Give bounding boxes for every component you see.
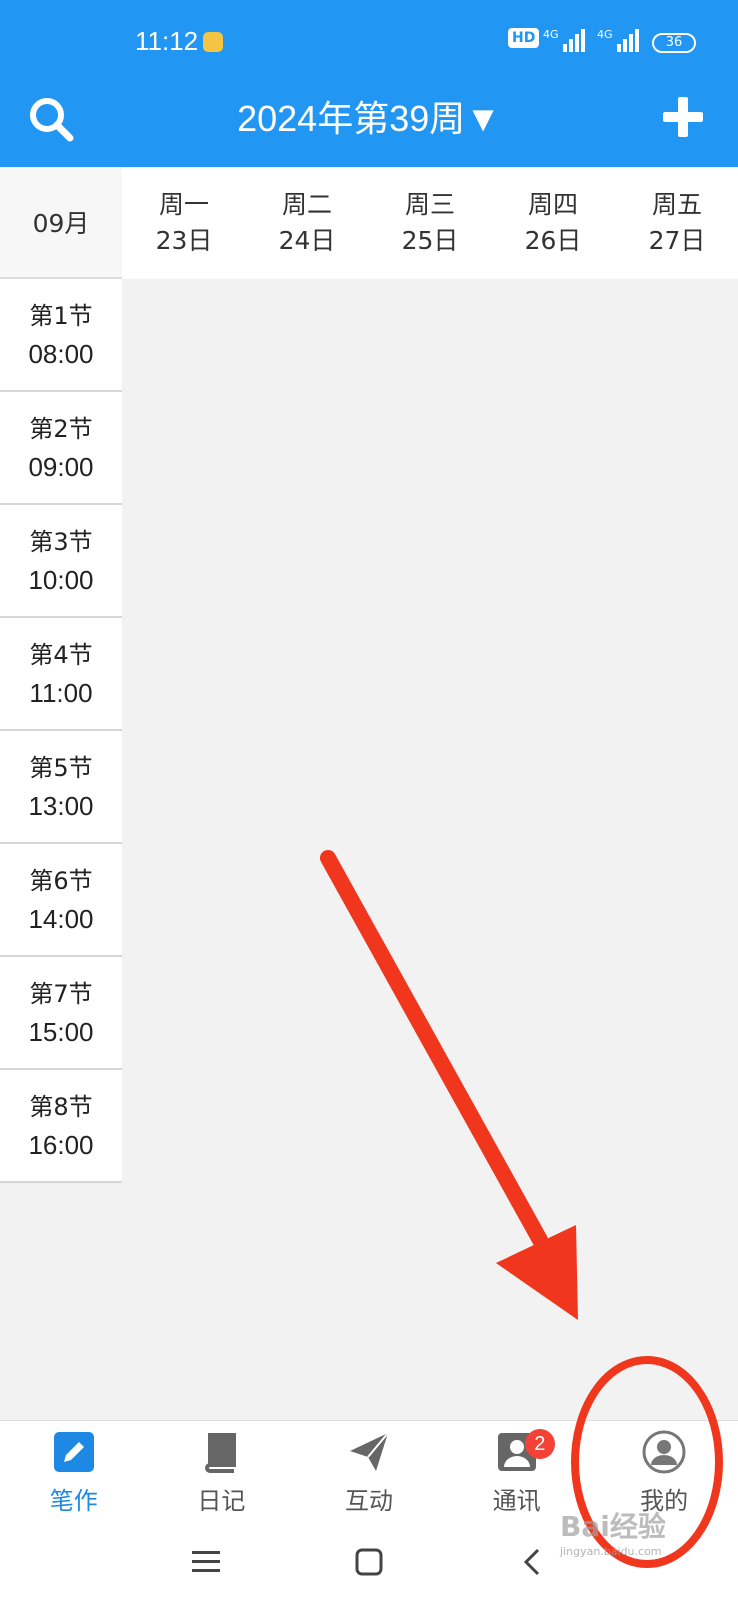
book-icon [205,1433,237,1473]
period-row: 第4节 11:00 [0,618,122,731]
nav-label: 互动 [344,1487,393,1515]
date-label: 23日 [155,226,213,255]
watermark-logo: Bai经验 jingyan.baidu.com [560,1510,666,1558]
back-icon[interactable] [512,1542,552,1582]
hd-icon: HD [508,28,540,48]
week-header: 09月 周一 23日 周二 24日 周三 25日 周四 26日 周五 27日 [0,167,738,279]
period-column: 第1节 08:00 第2节 09:00 第3节 10:00 第4节 11:00 第5节 1… [0,279,122,1183]
nav-label: 笔作 [49,1487,98,1515]
date-label: 26日 [524,226,582,255]
day-column-header[interactable]: 周三 25日 [370,187,490,259]
home-icon[interactable] [349,1542,389,1582]
period-row: 第6节 14:00 [0,844,122,957]
day-column-header[interactable]: 周五 27日 [617,187,737,259]
weekday-label: 周五 [651,190,702,219]
nav-item-interact[interactable]: 互动 [295,1421,443,1522]
weekday-label: 周四 [527,190,578,219]
paper-plane-icon [349,1432,389,1471]
weekday-label: 周二 [281,190,332,219]
period-row: 第5节 13:00 [0,731,122,844]
date-label: 25日 [401,226,459,255]
notification-icon [203,32,223,52]
schedule-grid[interactable] [122,279,738,1420]
period-row: 第7节 15:00 [0,957,122,1070]
weekday-label: 周一 [158,190,209,219]
date-label: 27日 [648,226,706,255]
month-label: 09月 [0,167,122,279]
period-row: 第8节 16:00 [0,1070,122,1183]
nav-label: 通讯 [492,1487,541,1515]
status-time: 11:12 [135,26,199,56]
top-bar: 11:12 HD 4G 4G 36 2024年第39周▼ [0,0,738,167]
plus-icon[interactable] [660,94,706,140]
app-bar: 2024年第39周▼ [0,84,738,167]
date-label: 24日 [278,226,336,255]
signal-icon-2: 4G [597,28,639,52]
nav-label: 日记 [197,1487,246,1515]
battery-icon: 36 [652,33,696,53]
period-row: 第1节 08:00 [0,279,122,392]
pencil-icon [53,1432,94,1472]
weekday-label: 周三 [404,190,455,219]
period-row: 第2节 09:00 [0,392,122,505]
user-icon [642,1430,686,1474]
unread-badge: 2 [524,1429,555,1459]
period-row: 第3节 10:00 [0,505,122,618]
menu-icon[interactable] [186,1542,226,1582]
nav-item-diary[interactable]: 日记 [148,1421,296,1522]
day-column-header[interactable]: 周四 26日 [493,187,613,259]
day-column-header[interactable]: 周二 24日 [247,187,367,259]
week-title-dropdown[interactable]: 2024年第39周▼ [0,94,738,144]
nav-item-write[interactable]: 笔作 [0,1421,148,1522]
day-column-header[interactable]: 周一 23日 [124,187,244,259]
signal-icon: 4G [543,28,585,52]
status-bar: 11:12 HD 4G 4G 36 [0,0,738,84]
